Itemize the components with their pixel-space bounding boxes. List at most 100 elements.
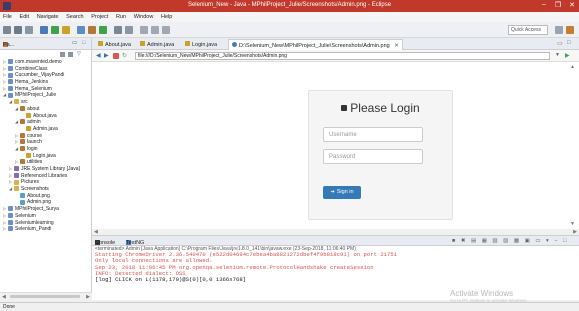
minimize-view-icon[interactable]: ▭ (72, 40, 77, 46)
package-icon (20, 139, 25, 145)
tree-item-label: Cucumber_VijayPandi (15, 72, 65, 79)
external-tools-icon[interactable] (62, 26, 70, 34)
tree-item[interactable]: ▷ MPhilProject_Surya (0, 206, 91, 213)
tree-item[interactable]: ◢ Screenshots (0, 186, 91, 193)
tree-item[interactable]: ▷ Selenium_Pandi (0, 226, 91, 233)
minimize-button[interactable]: – (537, 1, 551, 8)
tree-item[interactable]: ◢ admin (0, 119, 91, 126)
tab-login-java[interactable]: Login.java (182, 39, 220, 50)
status-text: Done (3, 304, 15, 310)
menu-help[interactable]: Help (158, 12, 175, 20)
tree-item[interactable]: ▷ Cucumber_VijayPandi (0, 72, 91, 79)
tree-item[interactable]: Admin.png (0, 199, 91, 206)
tree-item[interactable]: ▷ Pictures (0, 179, 91, 186)
tree-item-label: admin (27, 119, 41, 126)
tree-item[interactable]: ▷ launch (0, 139, 91, 146)
url-input[interactable]: file:///D:/Selenium_New/MPhilProject_Jul… (135, 52, 550, 60)
tree-item[interactable]: About.png (0, 193, 91, 200)
tab-admin-java[interactable]: Admin.java (137, 39, 177, 50)
back-icon[interactable] (151, 26, 159, 34)
maximize-editor-icon[interactable]: □ (567, 40, 571, 46)
scroll-up-icon[interactable]: ▲ (570, 64, 575, 70)
search-icon[interactable] (125, 26, 133, 34)
tree-item[interactable]: ▷ Hema_Jenkins (0, 79, 91, 86)
tree-item[interactable]: Admin.java (0, 126, 91, 133)
view-menu-icon[interactable]: ▽ (77, 51, 81, 57)
tree-item[interactable]: ▷ Seleniumlearning (0, 220, 91, 227)
go-icon[interactable]: ▶ (565, 52, 570, 59)
username-input[interactable]: Username (323, 127, 423, 142)
close-button[interactable]: ✕ (565, 1, 579, 9)
stop-icon[interactable] (113, 53, 119, 59)
maximize-button[interactable]: ❐ (551, 1, 565, 9)
menu-window[interactable]: Window (131, 12, 157, 20)
new-package-icon[interactable] (88, 26, 96, 34)
tree-item[interactable]: ▷ com.mavented.demo (0, 59, 91, 66)
tree-item-label: utilities (27, 159, 43, 166)
tree-item-label: Hema_Jenkins (15, 79, 49, 86)
console-toolbar-icons[interactable]: ■ ✖ ▤ ▦ ▧ ▨ ▩ ▣ ▭ ▾ − □ (452, 238, 568, 244)
forward-arrow-icon[interactable]: ▶ (104, 52, 109, 59)
tree-item-label: Hema_Selenium (15, 85, 52, 92)
new-class-icon[interactable] (99, 26, 107, 34)
menu-edit[interactable]: Edit (17, 12, 32, 20)
new-icon[interactable] (3, 26, 11, 34)
minimize-editor-icon[interactable]: ▭ (557, 40, 563, 47)
save-icon[interactable] (14, 26, 22, 34)
menu-navigate[interactable]: Navigate (34, 12, 62, 20)
tree-item[interactable]: ◢ MPhilProject_Julie (0, 92, 91, 99)
run-icon[interactable] (51, 26, 59, 34)
url-dropdown-icon[interactable]: ▼ (555, 52, 560, 58)
tree-item[interactable]: ◢ src (0, 99, 91, 106)
project-tree: ▷ com.mavented.demo ▷ CombineClass ▷ Cucumber… (0, 59, 91, 290)
maximize-view-icon[interactable]: □ (82, 40, 85, 46)
tree-item[interactable]: About.java (0, 113, 91, 120)
java-file-icon (98, 41, 103, 46)
tree-item[interactable]: ▷ course (0, 133, 91, 140)
java-perspective-icon[interactable] (566, 26, 574, 34)
package-icon (20, 146, 25, 152)
debug-icon[interactable] (40, 26, 48, 34)
tree-item-label: Admin.png (27, 199, 51, 206)
sign-in-button[interactable]: ➜ Sign in (323, 186, 361, 199)
sign-in-label: Sign in (336, 189, 354, 195)
close-tab-icon[interactable]: ✕ (394, 43, 399, 49)
tree-item[interactable]: ▷ JRE System Library [Java] (0, 166, 91, 173)
tab-about-java[interactable]: About.java (95, 39, 134, 50)
tree-item[interactable]: ◢ about (0, 106, 91, 113)
scroll-down-icon[interactable]: ▼ (570, 221, 575, 227)
package-explorer-hscrollbar[interactable]: ◀ ▶ (0, 292, 92, 300)
tree-item-label: Pictures (21, 179, 40, 186)
menu-search[interactable]: Search (63, 12, 86, 20)
tree-item[interactable]: ◢ login (0, 146, 91, 153)
scroll-thumb[interactable] (10, 295, 80, 298)
quick-access-input[interactable]: Quick Access (508, 25, 548, 35)
tree-item[interactable]: Login.java (0, 153, 91, 160)
package-icon (20, 159, 25, 165)
refresh-icon[interactable]: ↻ (122, 52, 127, 59)
tree-item-label: About.png (27, 192, 50, 199)
next-annotation-icon[interactable] (140, 26, 148, 34)
scroll-left-icon[interactable]: ◀ (2, 294, 6, 300)
tree-item[interactable]: ▷ Hema_Selenium (0, 86, 91, 93)
collapse-all-icon[interactable] (60, 52, 65, 57)
link-with-editor-icon[interactable] (68, 52, 73, 57)
tree-item[interactable]: ▷ CombineClass (0, 66, 91, 73)
menu-file[interactable]: File (0, 12, 15, 20)
console-tab-bar: Console TestNG ■ ✖ ▤ ▦ ▧ ▨ ▩ ▣ ▭ ▾ − □ (92, 235, 579, 246)
back-arrow-icon[interactable]: ◀ (96, 52, 101, 59)
save-all-icon[interactable] (25, 26, 33, 34)
tree-item[interactable]: ▷ utilities (0, 159, 91, 166)
forward-icon[interactable] (162, 26, 170, 34)
new-java-project-icon[interactable] (77, 26, 85, 34)
password-input[interactable]: Password (323, 149, 423, 164)
menu-run[interactable]: Run (113, 12, 129, 20)
open-perspective-icon[interactable] (555, 26, 563, 34)
scroll-right-icon[interactable]: ▶ (86, 294, 90, 300)
open-type-icon[interactable] (114, 26, 122, 34)
menu-project[interactable]: Project (88, 12, 111, 20)
tree-item[interactable]: ▷ Referenced Libraries (0, 173, 91, 180)
tab-admin-png[interactable]: D:\Selenium_New\MPhilProject_Julie\Scree… (228, 39, 403, 50)
tree-item-label: Selenium_Pandi (15, 226, 52, 233)
tree-item[interactable]: ▷ Selenium (0, 213, 91, 220)
